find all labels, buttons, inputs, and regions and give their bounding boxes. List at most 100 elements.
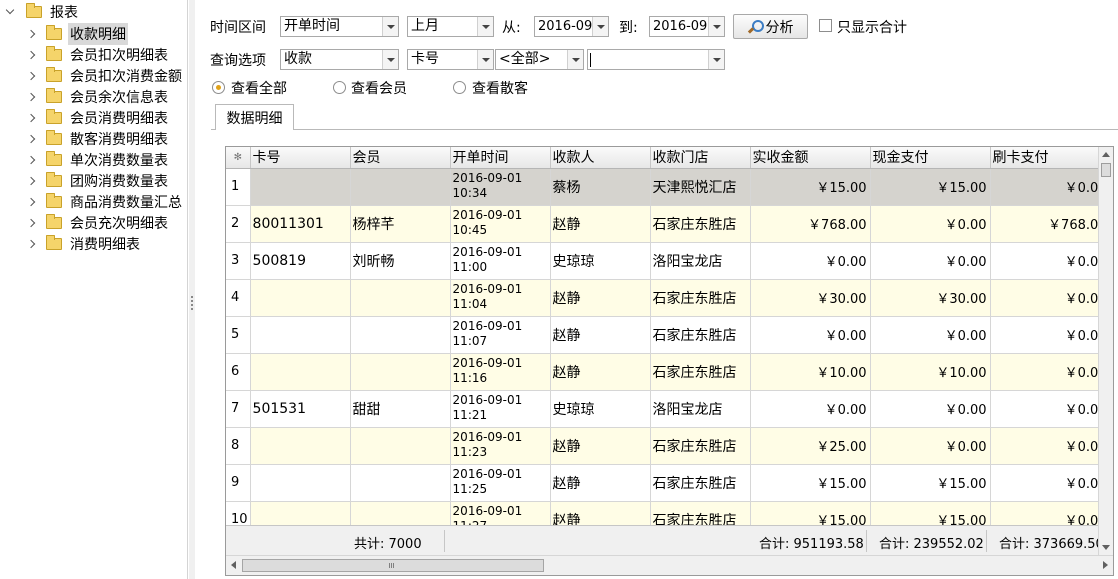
card-scope-select[interactable]: <全部> — [495, 49, 584, 70]
cell-order-time[interactable]: 2016-09-01 11:00 — [450, 242, 551, 280]
cell-store[interactable]: 石家庄东胜店 — [650, 205, 751, 243]
cell-received[interactable]: ￥30.00 — [750, 279, 871, 317]
cell-store[interactable]: 石家庄东胜店 — [650, 464, 751, 502]
chevron-down-icon[interactable] — [382, 50, 398, 69]
cell-swipe[interactable]: ￥0.00 — [990, 316, 1111, 354]
cell-swipe[interactable]: ￥0.00 — [990, 168, 1111, 206]
chevron-right-icon[interactable] — [26, 237, 40, 251]
from-date-picker[interactable]: 2016-09-0 — [534, 16, 609, 37]
table-row[interactable]: 6 2016-09-01 11:16 赵静 石家庄东胜店 ￥10.00 ￥10.00 ￥0.0… — [226, 353, 1111, 391]
cell-swipe[interactable]: ￥0.00 — [990, 353, 1111, 391]
chevron-right-icon[interactable] — [26, 216, 40, 230]
column-header-cashier[interactable]: 收款人 — [550, 147, 651, 169]
cell-member[interactable] — [350, 279, 451, 317]
cell-cashier[interactable]: 赵静 — [550, 353, 651, 391]
cell-swipe[interactable]: ￥0.00 — [990, 464, 1111, 502]
chevron-down-icon[interactable] — [477, 17, 493, 36]
period-select[interactable]: 上月 — [407, 16, 494, 37]
cell-order-time[interactable]: 2016-09-01 11:04 — [450, 279, 551, 317]
tree-item[interactable]: 单次消费数量表 — [26, 149, 170, 170]
tree-item[interactable]: 会员余次信息表 — [26, 86, 170, 107]
query-type-select[interactable]: 收款 — [280, 49, 399, 70]
row-number[interactable]: 2 — [226, 205, 251, 243]
panel-splitter[interactable] — [189, 0, 195, 579]
cell-swipe[interactable]: ￥0.00 — [990, 427, 1111, 465]
radio-view-all[interactable] — [212, 81, 225, 94]
chevron-down-icon[interactable] — [4, 5, 18, 19]
cell-card[interactable] — [250, 353, 351, 391]
cell-store[interactable]: 洛阳宝龙店 — [650, 390, 751, 428]
tree-item[interactable]: 会员扣次明细表 — [26, 44, 170, 65]
cell-swipe[interactable]: ￥0.00 — [990, 279, 1111, 317]
table-row[interactable]: 9 2016-09-01 11:25 赵静 石家庄东胜店 ￥15.00 ￥15.00 ￥0.0… — [226, 464, 1111, 502]
table-row[interactable]: 5 2016-09-01 11:07 赵静 石家庄东胜店 ￥0.00 ￥0.00 ￥0.00 — [226, 316, 1111, 354]
scroll-left-icon[interactable] — [231, 561, 236, 569]
cell-order-time[interactable]: 2016-09-01 11:21 — [450, 390, 551, 428]
table-row[interactable]: 4 2016-09-01 11:04 赵静 石家庄东胜店 ￥30.00 ￥30.00 ￥0.0… — [226, 279, 1111, 317]
cell-cashier[interactable]: 赵静 — [550, 427, 651, 465]
cell-received[interactable]: ￥15.00 — [750, 168, 871, 206]
cell-order-time[interactable]: 2016-09-01 11:25 — [450, 464, 551, 502]
chevron-down-icon[interactable] — [592, 17, 608, 36]
cell-order-time[interactable]: 2016-09-01 10:45 — [450, 205, 551, 243]
vertical-scrollbar[interactable] — [1098, 147, 1113, 555]
radio-view-members[interactable] — [333, 81, 346, 94]
cell-member[interactable] — [350, 168, 451, 206]
row-number[interactable]: 1 — [226, 168, 251, 206]
cell-card[interactable] — [250, 427, 351, 465]
chevron-right-icon[interactable] — [26, 174, 40, 188]
chevron-right-icon[interactable] — [26, 90, 40, 104]
scroll-up-icon[interactable] — [1102, 152, 1110, 157]
cell-store[interactable]: 石家庄东胜店 — [650, 316, 751, 354]
row-number[interactable]: 8 — [226, 427, 251, 465]
table-row[interactable]: 1 2016-09-01 10:34 蔡杨 天津熙悦汇店 ￥15.00 ￥15.00 ￥0.0… — [226, 168, 1111, 206]
cell-cashier[interactable]: 史琼琼 — [550, 242, 651, 280]
cell-member[interactable] — [350, 427, 451, 465]
row-number[interactable]: 5 — [226, 316, 251, 354]
column-header-swipe[interactable]: 刷卡支付 — [990, 147, 1111, 169]
card-field-select[interactable]: 卡号 — [407, 49, 494, 70]
analyze-button[interactable]: 分析 — [733, 14, 808, 39]
table-row[interactable]: 3 500819 刘昕畅 2016-09-01 11:00 史琼琼 洛阳宝龙店 ￥0.00 ￥0… — [226, 242, 1111, 280]
cell-cashier[interactable]: 赵静 — [550, 316, 651, 354]
cell-order-time[interactable]: 2016-09-01 11:23 — [450, 427, 551, 465]
cell-card[interactable] — [250, 279, 351, 317]
cell-member[interactable] — [350, 316, 451, 354]
tree-root[interactable]: 报表 — [4, 1, 80, 22]
chevron-right-icon[interactable] — [26, 195, 40, 209]
cell-order-time[interactable]: 2016-09-01 11:07 — [450, 316, 551, 354]
chevron-right-icon[interactable] — [26, 111, 40, 125]
cell-card[interactable] — [250, 316, 351, 354]
cell-cash[interactable]: ￥15.00 — [870, 464, 991, 502]
cell-order-time[interactable]: 2016-09-01 11:16 — [450, 353, 551, 391]
chevron-down-icon[interactable] — [382, 17, 398, 36]
cell-cashier[interactable]: 赵静 — [550, 279, 651, 317]
chevron-right-icon[interactable] — [26, 27, 40, 41]
only-total-checkbox[interactable] — [819, 19, 832, 32]
row-header-corner[interactable]: ✻ — [226, 147, 251, 169]
column-header-cash[interactable]: 现金支付 — [870, 147, 991, 169]
cell-card[interactable]: 500819 — [250, 242, 351, 280]
chevron-down-icon[interactable] — [708, 17, 724, 36]
scroll-down-icon[interactable] — [1102, 545, 1110, 550]
tree-item[interactable]: 团购消费数量表 — [26, 170, 170, 191]
tree-item[interactable]: 会员充次明细表 — [26, 212, 170, 233]
cell-received[interactable]: ￥0.00 — [750, 242, 871, 280]
cell-store[interactable]: 石家庄东胜店 — [650, 279, 751, 317]
cell-swipe[interactable]: ￥0.00 — [990, 242, 1111, 280]
cell-cash[interactable]: ￥15.00 — [870, 168, 991, 206]
cell-cash[interactable]: ￥30.00 — [870, 279, 991, 317]
radio-view-guests[interactable] — [453, 81, 466, 94]
cell-store[interactable]: 石家庄东胜店 — [650, 427, 751, 465]
search-input[interactable] — [587, 49, 725, 70]
tree-item[interactable]: 会员扣次消费金额 — [26, 65, 184, 86]
cell-received[interactable]: ￥768.00 — [750, 205, 871, 243]
cell-member[interactable] — [350, 464, 451, 502]
tree-item[interactable]: 收款明细 — [26, 22, 128, 45]
cell-cashier[interactable]: 史琼琼 — [550, 390, 651, 428]
cell-store[interactable]: 洛阳宝龙店 — [650, 242, 751, 280]
table-row[interactable]: 8 2016-09-01 11:23 赵静 石家庄东胜店 ￥25.00 ￥0.00 ￥0.00 — [226, 427, 1111, 465]
tree-item[interactable]: 商品消费数量汇总 — [26, 191, 184, 212]
cell-received[interactable]: ￥25.00 — [750, 427, 871, 465]
time-field-select[interactable]: 开单时间 — [280, 16, 399, 37]
